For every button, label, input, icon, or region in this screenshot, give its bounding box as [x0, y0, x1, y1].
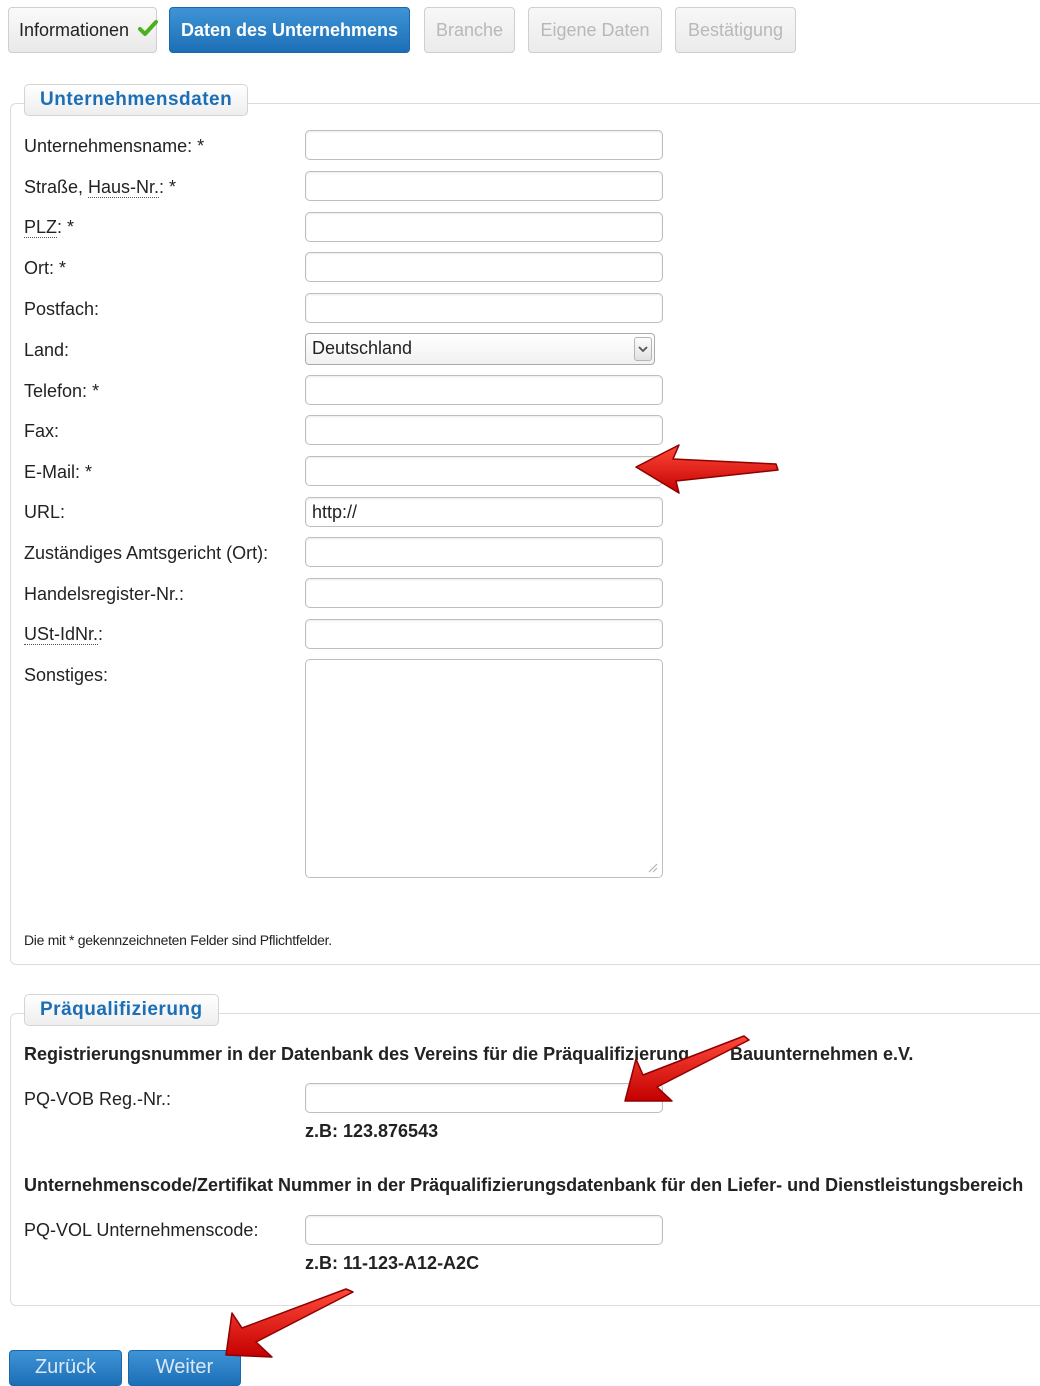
court-input[interactable] [305, 537, 663, 567]
country-label: Land: [24, 340, 70, 360]
city-label: Ort: * [24, 258, 67, 278]
tab-label: Bestätigung [687, 20, 784, 40]
misc-label: Sonstiges: [24, 665, 109, 685]
company-data-legend: Unternehmensdaten [24, 84, 249, 116]
url-label: URL: [24, 502, 66, 522]
fax-input[interactable] [305, 415, 663, 445]
tab-label: Daten des Unternehmens [180, 20, 399, 40]
vob-heading: Registrierungsnummer in der Datenbank de… [24, 1044, 690, 1064]
fax-label: Fax: [24, 421, 60, 441]
register-label: Handelsregister-Nr.: [24, 584, 185, 604]
email-input[interactable] [305, 456, 663, 486]
vob-label: PQ-VOB Reg.-Nr.: [24, 1089, 172, 1109]
city-input[interactable] [305, 252, 663, 282]
tab-informationen[interactable]: Informationen [8, 7, 159, 53]
vob-heading-end: Bauunternehmen e.V. [730, 1044, 914, 1064]
next-button[interactable]: Weiter [128, 1350, 241, 1386]
vol-label: PQ-VOL Unternehmenscode: [24, 1220, 259, 1240]
email-label: E-Mail: * [24, 462, 93, 482]
vob-example: z.B: 123.876543 [305, 1121, 439, 1141]
checkmark-icon [138, 9, 159, 53]
misc-textarea[interactable] [305, 659, 663, 878]
pobox-label: Postfach: [24, 299, 100, 319]
chevron-down-icon[interactable] [634, 337, 652, 361]
company-name-input[interactable] [305, 130, 663, 160]
phone-label: Telefon: * [24, 381, 100, 401]
tab-eigene-daten: Eigene Daten [528, 7, 662, 53]
country-select[interactable]: Deutschland [305, 333, 655, 365]
vob-input[interactable] [305, 1083, 663, 1113]
vol-heading: Unternehmenscode/Zertifikat Nummer in de… [24, 1175, 1024, 1195]
tab-label: Informationen [19, 20, 130, 40]
court-label: Zuständiges Amtsgericht (Ort): [24, 543, 269, 563]
register-input[interactable] [305, 578, 663, 608]
required-fields-note: Die mit * gekennzeichneten Felder sind P… [24, 932, 332, 948]
url-input[interactable] [305, 497, 663, 527]
tab-daten-des-unternehmens[interactable]: Daten des Unternehmens [169, 7, 410, 53]
tab-label: Branche [435, 20, 504, 40]
pobox-input[interactable] [305, 293, 663, 323]
prequalification-legend: Präqualifizierung [24, 994, 219, 1026]
tab-branche: Branche [424, 7, 515, 53]
vol-example: z.B: 11-123-A12-A2C [305, 1253, 480, 1273]
zip-input[interactable] [305, 212, 663, 242]
resize-grip-icon[interactable] [646, 861, 658, 873]
phone-input[interactable] [305, 375, 663, 405]
street-input[interactable] [305, 171, 663, 201]
vat-input[interactable] [305, 619, 663, 649]
zip-label: PLZ: * [24, 217, 75, 238]
vol-input[interactable] [305, 1215, 663, 1245]
company-name-label: Unternehmensname: * [24, 136, 205, 156]
tab-bestaetigung: Bestätigung [675, 7, 796, 53]
vat-label: USt-IdNr.: [24, 624, 104, 645]
country-selected-value: Deutschland [312, 338, 413, 358]
tab-label: Eigene Daten [540, 20, 650, 40]
street-label: Straße, Haus-Nr.: * [24, 177, 177, 198]
back-button[interactable]: Zurück [9, 1350, 122, 1386]
